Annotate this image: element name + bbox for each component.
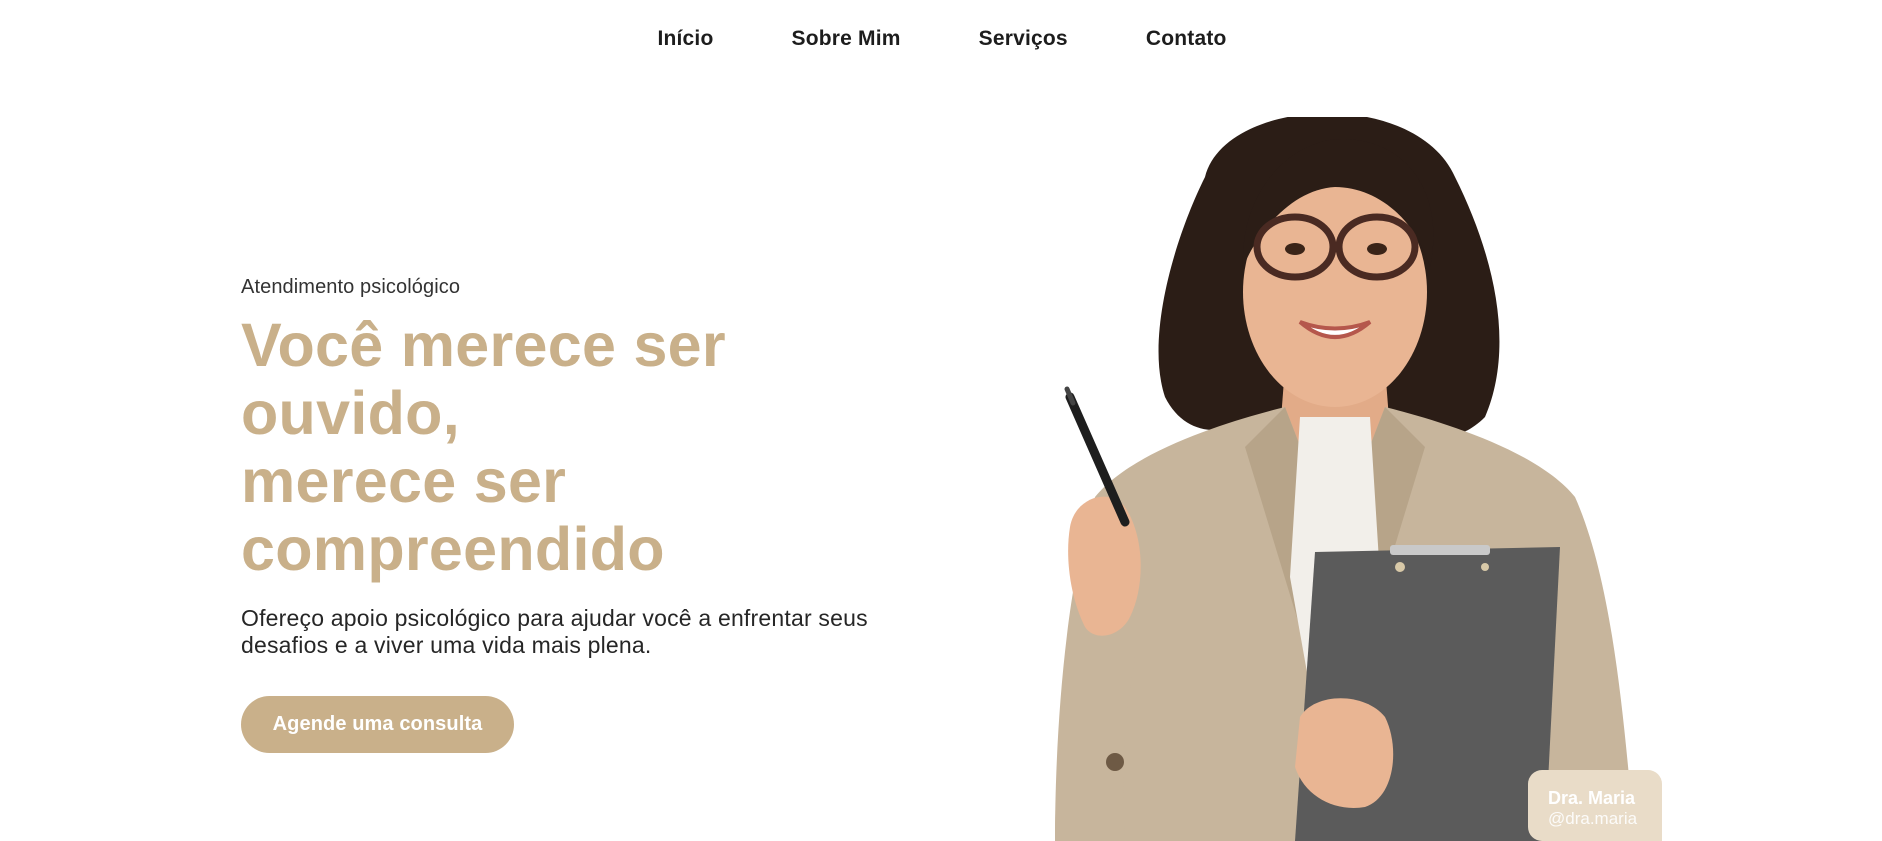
hero-headline-line-2: merece ser <box>241 447 567 515</box>
hero-description-line-1: Ofereço apoio psicológico para ajudar vo… <box>241 605 868 631</box>
hero-headline-line-1: Você merece ser ouvido, <box>241 311 726 447</box>
nav-link-contato[interactable]: Contato <box>1146 27 1227 51</box>
doctor-name: Dra. Maria <box>1548 788 1636 808</box>
hero-headline: Você merece ser ouvido, merece ser compr… <box>241 311 961 583</box>
doctor-badge: Dra. Maria @dra.maria <box>1528 770 1662 841</box>
book-consultation-button[interactable]: Agende uma consulta <box>241 696 514 753</box>
hero-description-line-2: desafios e a viver uma vida mais plena. <box>241 632 652 658</box>
psychologist-portrait <box>1015 117 1655 841</box>
hero-headline-line-3: compreendido <box>241 515 665 583</box>
hero-eyebrow: Atendimento psicológico <box>241 276 461 298</box>
nav-link-inicio[interactable]: Início <box>657 27 713 51</box>
hero-section: Atendimento psicológico Você merece ser … <box>241 276 961 753</box>
hero-description: Ofereço apoio psicológico para ajudar vo… <box>241 605 921 659</box>
main-nav: Início Sobre Mim Serviços Contato <box>0 0 1882 78</box>
nav-link-sobre-mim[interactable]: Sobre Mim <box>792 27 901 51</box>
doctor-handle: @dra.maria <box>1548 809 1638 828</box>
nav-link-servicos[interactable]: Serviços <box>979 27 1068 51</box>
